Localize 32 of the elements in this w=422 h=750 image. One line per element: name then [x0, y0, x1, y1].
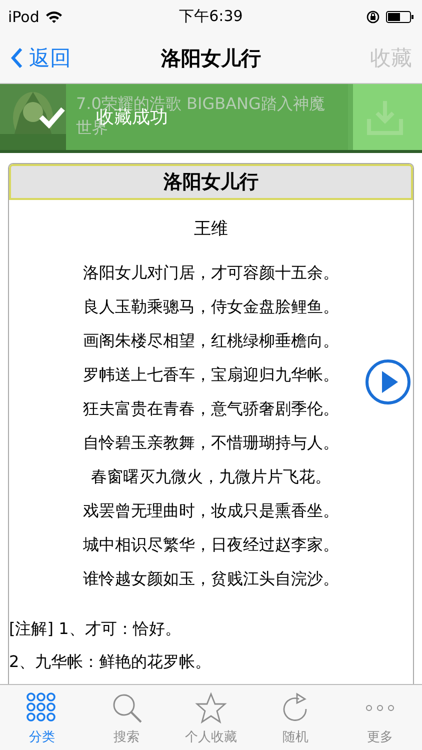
tab-item[interactable]: 搜索 [84, 685, 169, 750]
poem-line: 城中相识尽繁华，日夜经过赵李家。 [83, 534, 339, 556]
tab-item[interactable]: 更多 [338, 685, 422, 750]
battery-icon [386, 10, 414, 22]
poem-line: 画阁朱楼尽相望，红桃绿柳垂檐向。 [83, 330, 339, 352]
wifi-icon [45, 10, 64, 23]
grid-icon [26, 692, 58, 724]
chevron-left-icon [10, 47, 23, 69]
poem-line: 谁怜越女颜如玉，贫贱江头自浣沙。 [83, 568, 339, 590]
carrier-label: iPod [8, 8, 40, 26]
rotation-lock-icon [366, 10, 380, 24]
poem-title: 洛阳女儿行 [9, 164, 413, 200]
poem-line: 罗帏送上七香车，宝扇迎归九华帐。 [83, 364, 339, 386]
poem-line: 洛阳女儿对门居，才可容颜十五余。 [83, 262, 339, 284]
search-icon [110, 692, 143, 724]
play-button[interactable] [365, 359, 411, 405]
tab-item[interactable]: 随机 [253, 685, 338, 750]
back-button[interactable]: 返回 [10, 44, 71, 72]
more-icon [366, 705, 394, 711]
poem-line: 狂夫富贵在青春，意气骄奢剧季伦。 [83, 398, 339, 420]
clock-time: 下午6:39 [179, 7, 243, 25]
tab-item[interactable]: 个人收藏 [168, 685, 254, 750]
annotation-text: 2、九华帐：鲜艳的花罗帐。 [9, 651, 212, 673]
star-icon [195, 692, 228, 724]
poem-author: 王维 [193, 218, 229, 240]
annotation-text: [注解] 1、才可：恰好。 [9, 618, 182, 640]
poem-line: 自怜碧玉亲教舞，不惜珊瑚持与人。 [83, 432, 339, 454]
poem-line: 戏罢曾无理曲时，妆成只是熏香坐。 [83, 500, 339, 522]
screen-title: 洛阳女儿行 [160, 44, 262, 72]
poem-line: 春窗曙灭九微火，九微片片飞花。 [91, 466, 331, 488]
tab-item[interactable]: 分类 [0, 685, 84, 750]
poem-line: 良人玉勒乘骢马，侍女金盘脍鲤鱼。 [83, 296, 339, 318]
